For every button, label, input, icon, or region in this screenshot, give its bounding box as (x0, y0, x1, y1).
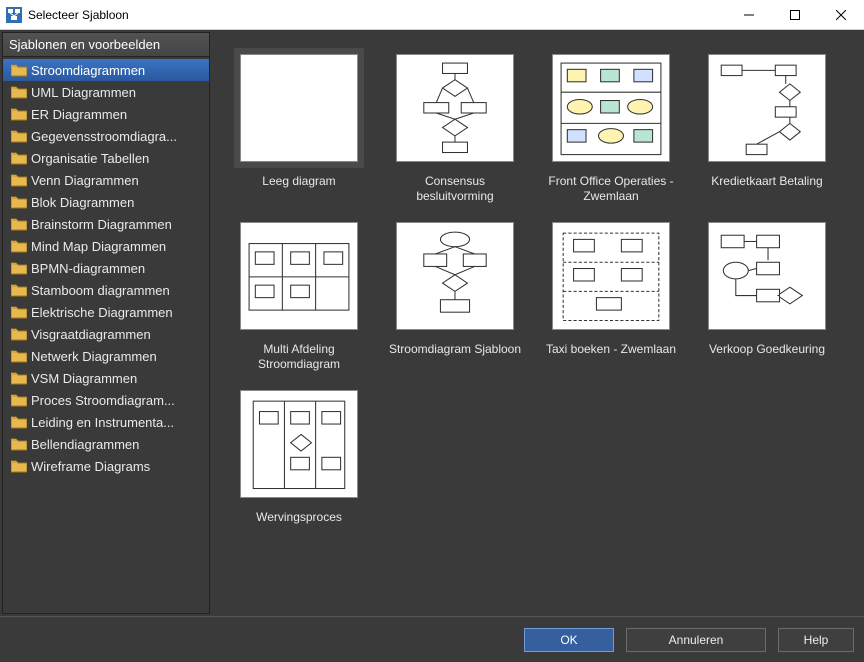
sidebar-item-label: Netwerk Diagrammen (31, 349, 157, 364)
content-area: Sjablonen en voorbeelden Stroomdiagramme… (0, 30, 864, 616)
sidebar: Sjablonen en voorbeelden Stroomdiagramme… (2, 32, 210, 614)
sidebar-item[interactable]: Leiding en Instrumenta... (3, 411, 209, 433)
template-card[interactable]: Consensus besluitvorming (386, 48, 524, 204)
sidebar-item[interactable]: Proces Stroomdiagram... (3, 389, 209, 411)
sidebar-item[interactable]: Blok Diagrammen (3, 191, 209, 213)
template-label: Kredietkaart Betaling (711, 174, 822, 204)
sidebar-item[interactable]: Organisatie Tabellen (3, 147, 209, 169)
sidebar-item-label: Blok Diagrammen (31, 195, 134, 210)
template-panel: Leeg diagram Consensus besluitvorming Fron… (210, 30, 864, 616)
ok-button[interactable]: OK (524, 628, 614, 652)
sidebar-item[interactable]: Wireframe Diagrams (3, 455, 209, 477)
template-thumbnail (396, 222, 514, 330)
window-title: Selecteer Sjabloon (28, 8, 129, 22)
sidebar-item-label: Organisatie Tabellen (31, 151, 149, 166)
sidebar-item-label: Mind Map Diagrammen (31, 239, 166, 254)
sidebar-item-label: Visgraatdiagrammen (31, 327, 151, 342)
sidebar-item-label: Bellendiagrammen (31, 437, 139, 452)
maximize-button[interactable] (772, 0, 818, 30)
template-thumbnail (240, 390, 358, 498)
sidebar-item-label: Elektrische Diagrammen (31, 305, 173, 320)
template-label: Taxi boeken - Zwemlaan (546, 342, 676, 372)
sidebar-item[interactable]: Elektrische Diagrammen (3, 301, 209, 323)
template-thumbnail (240, 54, 358, 162)
template-grid: Leeg diagram Consensus besluitvorming Fron… (230, 48, 854, 540)
sidebar-item[interactable]: Visgraatdiagrammen (3, 323, 209, 345)
sidebar-item[interactable]: BPMN-diagrammen (3, 257, 209, 279)
sidebar-item-label: Stroomdiagrammen (31, 63, 145, 78)
template-label: Wervingsproces (256, 510, 342, 540)
close-button[interactable] (818, 0, 864, 30)
sidebar-item-label: Brainstorm Diagrammen (31, 217, 172, 232)
titlebar: Selecteer Sjabloon (0, 0, 864, 30)
sidebar-item-label: VSM Diagrammen (31, 371, 137, 386)
sidebar-item-label: ER Diagrammen (31, 107, 127, 122)
template-label: Front Office Operaties - Zwemlaan (542, 174, 680, 204)
sidebar-item[interactable]: Netwerk Diagrammen (3, 345, 209, 367)
sidebar-item-label: Leiding en Instrumenta... (31, 415, 174, 430)
sidebar-item[interactable]: Stroomdiagrammen (3, 59, 209, 81)
template-card[interactable]: Multi Afdeling Stroomdiagram (230, 216, 368, 372)
sidebar-item[interactable]: Bellendiagrammen (3, 433, 209, 455)
sidebar-item[interactable]: Gegevensstroomdiagra... (3, 125, 209, 147)
sidebar-item[interactable]: Stamboom diagrammen (3, 279, 209, 301)
sidebar-item-label: BPMN-diagrammen (31, 261, 145, 276)
template-thumbnail (708, 54, 826, 162)
sidebar-item[interactable]: UML Diagrammen (3, 81, 209, 103)
sidebar-item[interactable]: Venn Diagrammen (3, 169, 209, 191)
sidebar-item[interactable]: ER Diagrammen (3, 103, 209, 125)
template-card[interactable]: Wervingsproces (230, 384, 368, 540)
template-thumbnail (240, 222, 358, 330)
template-label: Stroomdiagram Sjabloon (389, 342, 521, 372)
template-label: Multi Afdeling Stroomdiagram (230, 342, 368, 372)
template-card[interactable]: Stroomdiagram Sjabloon (386, 216, 524, 372)
template-card[interactable]: Front Office Operaties - Zwemlaan (542, 48, 680, 204)
sidebar-item-label: Gegevensstroomdiagra... (31, 129, 177, 144)
category-tree: Stroomdiagrammen UML Diagrammen ER Diagram… (3, 57, 209, 613)
sidebar-item[interactable]: Mind Map Diagrammen (3, 235, 209, 257)
template-label: Leeg diagram (262, 174, 335, 204)
template-thumbnail (708, 222, 826, 330)
template-thumbnail (552, 54, 670, 162)
cancel-button[interactable]: Annuleren (626, 628, 766, 652)
template-thumbnail (552, 222, 670, 330)
app-icon (6, 7, 22, 23)
template-label: Consensus besluitvorming (386, 174, 524, 204)
template-card[interactable]: Leeg diagram (230, 48, 368, 204)
sidebar-item-label: Venn Diagrammen (31, 173, 139, 188)
help-button[interactable]: Help (778, 628, 854, 652)
sidebar-item[interactable]: VSM Diagrammen (3, 367, 209, 389)
sidebar-item[interactable]: Brainstorm Diagrammen (3, 213, 209, 235)
sidebar-header: Sjablonen en voorbeelden (3, 33, 209, 57)
template-card[interactable]: Kredietkaart Betaling (698, 48, 836, 204)
template-label: Verkoop Goedkeuring (709, 342, 825, 372)
sidebar-item-label: Stamboom diagrammen (31, 283, 170, 298)
sidebar-item-label: UML Diagrammen (31, 85, 136, 100)
template-thumbnail (396, 54, 514, 162)
dialog-footer: OK Annuleren Help (0, 616, 864, 662)
sidebar-item-label: Wireframe Diagrams (31, 459, 150, 474)
template-card[interactable]: Verkoop Goedkeuring (698, 216, 836, 372)
sidebar-item-label: Proces Stroomdiagram... (31, 393, 175, 408)
minimize-button[interactable] (726, 0, 772, 30)
template-card[interactable]: Taxi boeken - Zwemlaan (542, 216, 680, 372)
